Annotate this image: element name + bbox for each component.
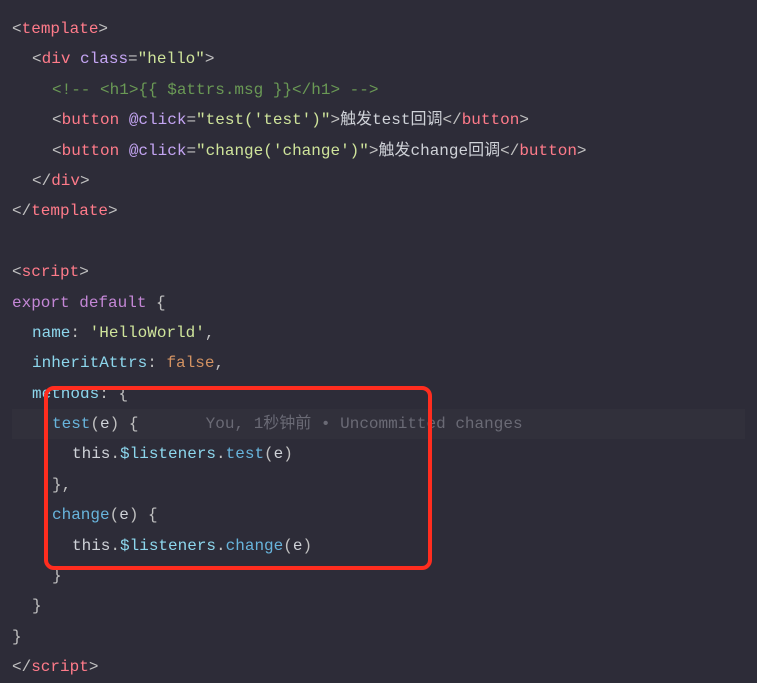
code-line: </script> [12, 652, 745, 682]
code-line: export default { [12, 288, 745, 318]
code-line: <button @click="change('change')">触发chan… [12, 136, 745, 166]
code-line: this.$listeners.change(e) [12, 531, 745, 561]
code-line: <script> [12, 257, 745, 287]
code-line: <button @click="test('test')">触发test回调</… [12, 105, 745, 135]
code-editor[interactable]: <template> <div class="hello"> <!-- <h1>… [12, 14, 745, 683]
code-line: <div class="hello"> [12, 44, 745, 74]
code-line: </template> [12, 196, 745, 226]
code-line: } [12, 591, 745, 621]
code-line-blank [12, 227, 745, 257]
code-line: this.$listeners.test(e) [12, 439, 745, 469]
code-line: } [12, 622, 745, 652]
code-line-active: test(e) { You, 1秒钟前 • Uncommitted change… [12, 409, 745, 439]
code-line: <template> [12, 14, 745, 44]
code-line: methods: { [12, 379, 745, 409]
code-line: </div> [12, 166, 745, 196]
code-line: name: 'HelloWorld', [12, 318, 745, 348]
code-line: change(e) { [12, 500, 745, 530]
code-line: } [12, 561, 745, 591]
git-blame-annotation: You, 1秒钟前 • Uncommitted changes [206, 415, 523, 433]
code-line: inheritAttrs: false, [12, 348, 745, 378]
code-line-comment: <!-- <h1>{{ $attrs.msg }}</h1> --> [12, 75, 745, 105]
code-line: }, [12, 470, 745, 500]
